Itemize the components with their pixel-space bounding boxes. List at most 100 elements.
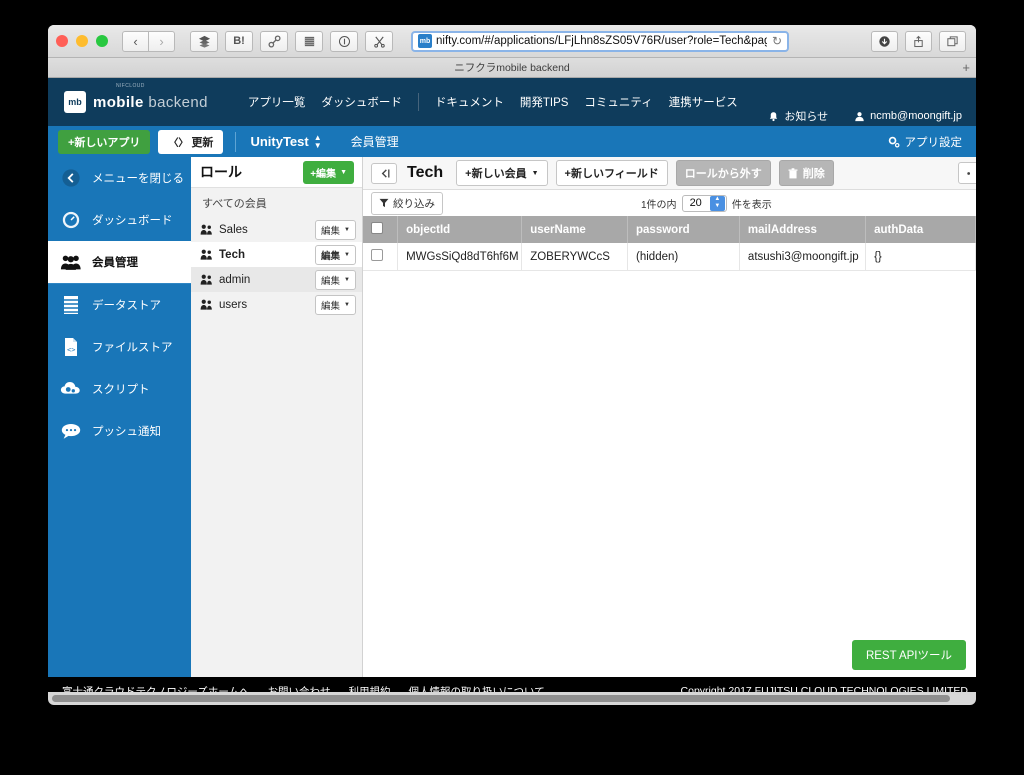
roles-panel: ロール +編集 ▼ すべての会員 Sales 編集 ▼ Tech 編集 ▼ ad…	[191, 157, 363, 677]
row-select-cell[interactable]	[363, 243, 399, 271]
minimize-window-button[interactable]	[76, 35, 88, 47]
sidebar-item-push-notification[interactable]: プッシュ通知	[48, 410, 191, 452]
breadcrumb-section: 会員管理	[350, 135, 399, 149]
sidebar-item-close-menu[interactable]: メニューを閉じる	[48, 157, 191, 199]
select-all-checkbox[interactable]	[371, 222, 383, 234]
hatena-bookmark-icon[interactable]: B!	[225, 30, 253, 52]
role-row-sales[interactable]: Sales 編集 ▼	[191, 217, 362, 242]
reload-icon[interactable]: ↻	[767, 34, 782, 48]
filter-button[interactable]: 絞り込み	[371, 191, 443, 215]
new-field-button[interactable]: +新しいフィールド	[555, 160, 668, 186]
sidebar-item-datastore[interactable]: データストア	[48, 284, 191, 326]
sidebar-item-member-management[interactable]: 会員管理	[48, 241, 191, 283]
address-bar[interactable]: mb nifty.com/#/applications/LFjLhn8sZS05…	[411, 30, 789, 52]
refresh-icon: 〈〉	[168, 138, 189, 149]
column-authData[interactable]: authData	[865, 216, 976, 243]
app-selector[interactable]: UnityTest ▲ ▼	[250, 133, 321, 150]
app-settings-link[interactable]: アプリ設定	[887, 134, 962, 150]
cell-password[interactable]: (hidden)	[627, 243, 740, 271]
notifications-link[interactable]: お知らせ	[768, 108, 828, 124]
nav-app-list[interactable]: アプリ一覧	[248, 94, 306, 110]
tab-active[interactable]: ニフクラmobile backend	[48, 60, 976, 75]
nav-partner-services[interactable]: 連携サービス	[669, 94, 738, 110]
role-row-admin[interactable]: admin 編集 ▼	[191, 267, 362, 292]
global-navigation: mb mobile backend NIFCLOUD アプリ一覧 ダッシュボード…	[48, 78, 976, 126]
trash-icon	[788, 167, 798, 179]
nav-document[interactable]: ドキュメント	[435, 94, 504, 110]
role-row-users[interactable]: users 編集 ▼	[191, 292, 362, 317]
nav-community[interactable]: コミュニティ	[584, 94, 652, 110]
brand-bold: mobile	[93, 93, 144, 111]
row-checkbox[interactable]	[371, 249, 383, 261]
scissors-icon[interactable]	[365, 30, 393, 52]
browser-toolbar: ‹ › B! mb nifty.com/#/applications/LFjLh…	[48, 25, 976, 58]
horizontal-scrollbar[interactable]	[48, 692, 976, 705]
maximize-window-button[interactable]	[96, 35, 108, 47]
sidebar-item-script[interactable]: スクリプト	[48, 368, 191, 410]
app-name: UnityTest	[250, 134, 309, 149]
layers-icon[interactable]	[190, 30, 218, 52]
all-members-label[interactable]: すべての会員	[191, 188, 362, 217]
arrow-left-circle-icon	[60, 167, 82, 189]
sidebar-label: ファイルストア	[92, 342, 173, 354]
rest-api-tool-button[interactable]: REST APIツール	[851, 640, 966, 670]
delete-button[interactable]: 削除	[778, 160, 834, 186]
filter-row: 絞り込み 1件の内 20 ▲ ▼ 件を表示	[363, 190, 976, 216]
count-select[interactable]: 20 ▲ ▼	[681, 194, 727, 212]
tabs-icon[interactable]	[939, 30, 966, 52]
role-edit-button[interactable]: 編集 ▼	[315, 269, 356, 290]
role-users-icon	[200, 249, 213, 260]
remove-from-role-button[interactable]: ロールから外す	[675, 160, 771, 186]
brand-logo[interactable]: mb mobile backend	[64, 91, 208, 113]
new-app-button[interactable]: +新しいアプリ	[58, 129, 151, 154]
toolbar-right-buttons	[871, 30, 968, 52]
column-mailAddress[interactable]: mailAddress	[739, 216, 867, 243]
sidebar-item-filestore[interactable]: <> ファイルストア	[48, 326, 191, 368]
back-icon[interactable]: ‹	[122, 30, 149, 52]
cell-authData[interactable]: {}	[865, 243, 976, 271]
role-edit-button[interactable]: 編集 ▼	[315, 244, 356, 265]
role-users-icon	[200, 224, 213, 235]
info-icon[interactable]	[330, 30, 358, 52]
sidebar-item-dashboard[interactable]: ダッシュボード	[48, 199, 191, 241]
role-users-icon	[200, 299, 213, 310]
members-table: objectId userName password mailAddress a…	[363, 216, 976, 271]
cell-mailAddress[interactable]: atsushi3@moongift.jp	[739, 243, 867, 271]
nav-dashboard[interactable]: ダッシュボード	[321, 94, 402, 110]
new-member-button[interactable]: +新しい会員 ▼	[456, 160, 548, 186]
link-icon[interactable]	[260, 30, 288, 52]
database-icon	[60, 294, 82, 316]
account-menu[interactable]: ncmb@moongift.jp	[854, 110, 962, 122]
sidebar-label: プッシュ通知	[92, 426, 161, 438]
role-edit-button[interactable]: 編集 ▼	[315, 294, 356, 315]
column-objectId[interactable]: objectId	[397, 216, 523, 243]
evernote-icon[interactable]	[295, 30, 323, 52]
column-password[interactable]: password	[627, 216, 740, 243]
role-edit-button[interactable]: 編集 ▼	[315, 219, 356, 240]
window-controls	[56, 35, 108, 47]
stepper-icon[interactable]: ▲ ▼	[709, 195, 725, 211]
download-icon[interactable]	[871, 30, 898, 52]
share-icon[interactable]	[905, 30, 932, 52]
new-tab-button[interactable]: +	[962, 61, 970, 74]
table-row[interactable]: MWGsSiQd8dT6hf6M ZOBERYWCcS (hidden) ats…	[363, 243, 976, 271]
account-email: ncmb@moongift.jp	[870, 110, 962, 122]
refresh-button[interactable]: 〈〉 更新	[158, 129, 224, 154]
role-row-tech[interactable]: Tech 編集 ▼	[191, 242, 362, 267]
column-userName[interactable]: userName	[521, 216, 629, 243]
overflow-button[interactable]	[958, 162, 976, 184]
nav-dev-tips[interactable]: 開発TIPS	[520, 94, 569, 110]
nav-divider	[417, 93, 419, 111]
select-all-header[interactable]	[363, 216, 399, 243]
cell-userName[interactable]: ZOBERYWCcS	[521, 243, 629, 271]
cell-objectId[interactable]: MWGsSiQd8dT6hf6M	[397, 243, 523, 271]
roles-header: ロール +編集 ▼	[191, 157, 362, 188]
brand-superscript: NIFCLOUD	[116, 83, 145, 89]
roles-edit-button[interactable]: +編集 ▼	[303, 160, 354, 184]
role-edit-label: 編集	[321, 250, 341, 262]
scrollbar-thumb[interactable]	[52, 695, 950, 702]
close-window-button[interactable]	[56, 35, 68, 47]
forward-icon[interactable]: ›	[148, 30, 175, 52]
collapse-panel-icon[interactable]	[371, 162, 397, 184]
role-edit-label: 編集	[321, 225, 341, 237]
